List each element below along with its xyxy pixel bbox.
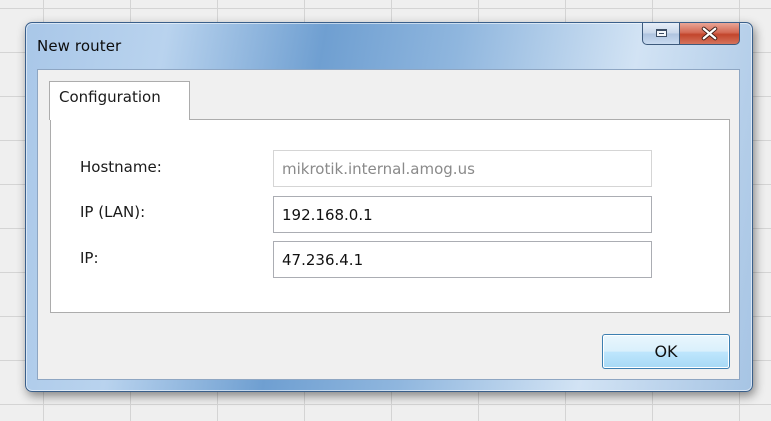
restore-icon	[656, 29, 667, 37]
ip-lan-input[interactable]	[273, 196, 652, 233]
caption-buttons	[642, 23, 740, 47]
ip-lan-label: IP (LAN):	[80, 203, 146, 221]
tab-configuration[interactable]: Configuration	[49, 81, 190, 120]
ip-input[interactable]	[273, 241, 652, 278]
tab-configuration-label: Configuration	[59, 88, 161, 106]
hostname-label: Hostname:	[80, 158, 162, 176]
configuration-panel: Hostname: IP (LAN): IP:	[50, 119, 730, 313]
ok-button[interactable]: OK	[602, 334, 730, 369]
dialog-window: New router Configuration Hostname: IP (L…	[25, 22, 753, 392]
close-button[interactable]	[680, 23, 740, 45]
window-title: New router	[37, 37, 122, 55]
dialog-client-area: Configuration Hostname: IP (LAN): IP: OK	[37, 69, 740, 380]
ip-label: IP:	[80, 249, 99, 267]
close-icon	[701, 26, 718, 41]
hostname-input[interactable]	[273, 150, 652, 187]
restore-button[interactable]	[642, 23, 680, 45]
